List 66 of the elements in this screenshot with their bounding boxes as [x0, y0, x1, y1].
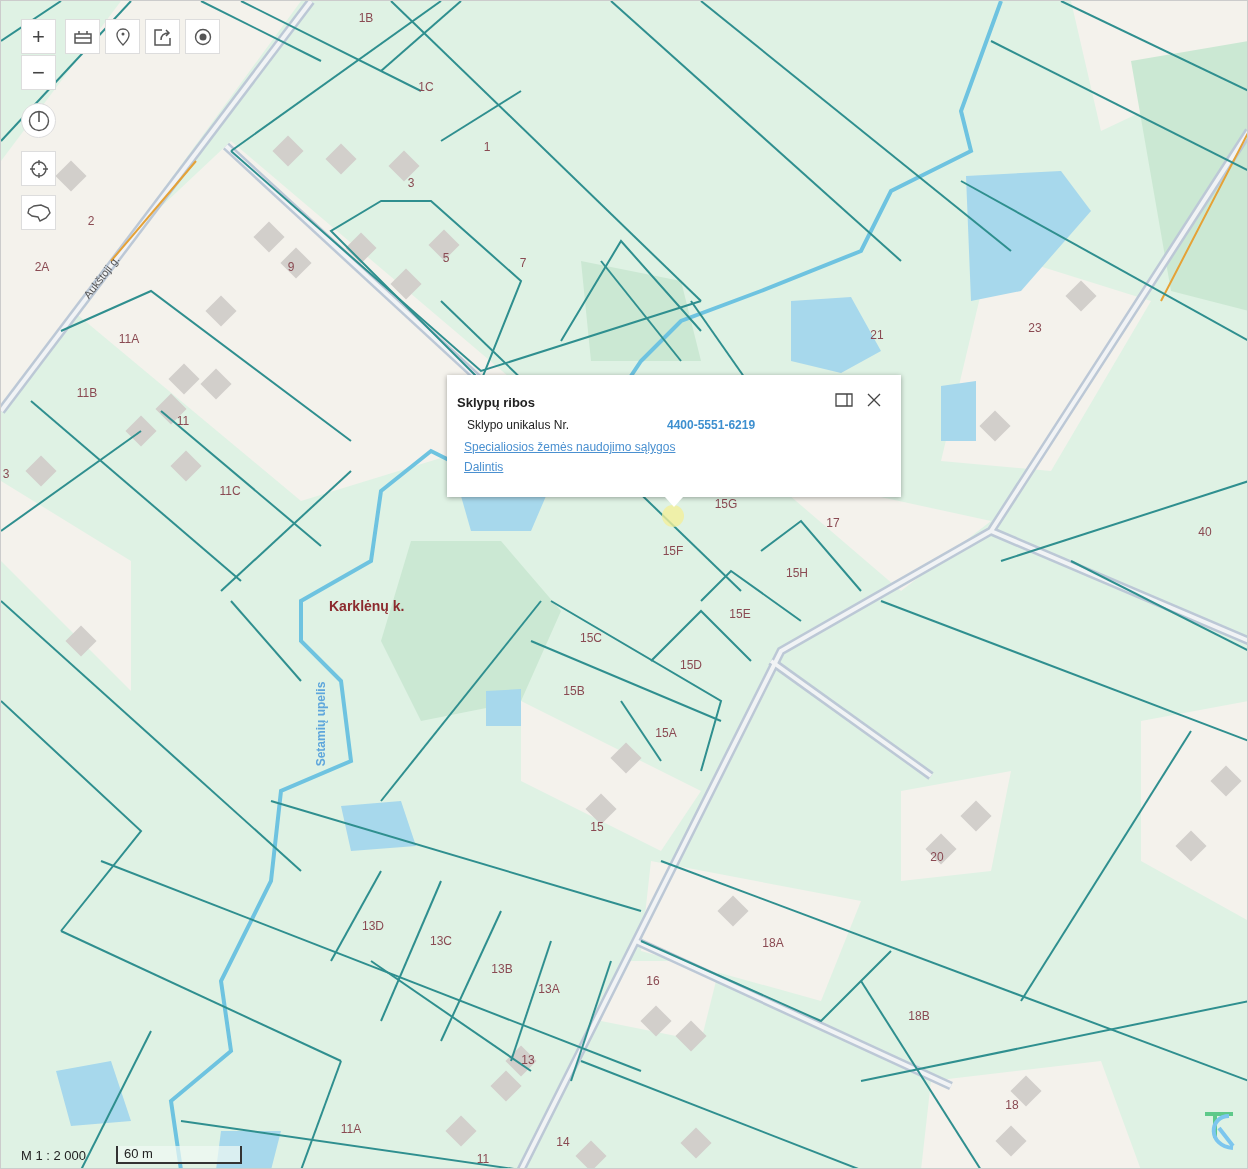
- parcel-number: 11: [176, 414, 190, 428]
- parcel-number: 13B: [491, 962, 513, 976]
- zoom-out-button[interactable]: −: [21, 55, 56, 90]
- close-icon: [867, 392, 881, 407]
- parcel-number: 11A: [340, 1122, 362, 1136]
- parcel-number: 15H: [786, 566, 808, 580]
- popup-title: Sklypų ribos: [457, 394, 537, 410]
- parcel-number: 18A: [762, 936, 784, 950]
- zoom-in-button[interactable]: +: [21, 19, 56, 54]
- country-outline-icon: [25, 202, 52, 223]
- parcel-number: 9: [287, 260, 295, 274]
- place-name: Karklėnų k.: [329, 598, 405, 614]
- parcel-number: 20: [930, 850, 944, 864]
- parcel-number: 11: [476, 1152, 490, 1166]
- parcel-number: 15E: [729, 607, 751, 621]
- parcel-number: 15F: [662, 544, 684, 558]
- parcel-number: 3: [2, 467, 10, 481]
- parcel-number: 15: [590, 820, 604, 834]
- parcel-number: 11B: [76, 386, 98, 400]
- parcel-number: 5: [442, 251, 450, 265]
- parcel-number: 13D: [362, 919, 384, 933]
- parcel-number: 1: [483, 140, 491, 154]
- parcel-id: 4400-5551-6219: [667, 418, 756, 432]
- parcel-number: 18B: [908, 1009, 930, 1023]
- parcel-number: 14: [556, 1135, 570, 1149]
- parcel-number: 3: [407, 176, 415, 190]
- parcel-number: 11C: [219, 484, 241, 498]
- dock-panel-icon: [835, 392, 853, 407]
- layers-button[interactable]: [65, 19, 100, 54]
- parcel-number: 7: [519, 256, 527, 270]
- parcel-number: 11A: [118, 332, 140, 346]
- stream-name: Setamių upelis: [314, 681, 329, 767]
- target-button[interactable]: [185, 19, 220, 54]
- pin-button[interactable]: [105, 19, 140, 54]
- share-button[interactable]: [145, 19, 180, 54]
- crosshair-button[interactable]: [21, 151, 56, 186]
- layers-icon: [72, 28, 93, 45]
- parcel-number: 15C: [580, 631, 602, 645]
- outline-button[interactable]: [21, 195, 56, 230]
- parcel-number: 40: [1198, 525, 1212, 539]
- parcel-number: 17: [826, 516, 840, 530]
- parcel-number: 2: [87, 214, 95, 228]
- parcel-number: 13: [521, 1053, 535, 1067]
- parcel-number: 1B: [358, 11, 374, 25]
- share-icon: [152, 26, 173, 47]
- pin-icon: [115, 27, 130, 46]
- target-icon: [193, 27, 212, 46]
- popup-link[interactable]: Dalintis: [464, 460, 504, 474]
- parcel-number: 18: [1005, 1098, 1019, 1112]
- compass-icon: [27, 109, 50, 132]
- parcel-number: 13A: [538, 982, 560, 996]
- parcel-number: 1C: [418, 80, 434, 94]
- parcel-number: 15B: [563, 684, 585, 698]
- parcel-number: 15G: [714, 497, 738, 511]
- parcel-number: 21: [870, 328, 884, 342]
- field-label: Sklypo unikalus Nr.: [467, 418, 571, 432]
- parcel-number: 16: [646, 974, 660, 988]
- parcel-number: 23: [1028, 321, 1042, 335]
- parcel-number: 13C: [430, 934, 452, 948]
- crosshair-icon: [28, 158, 49, 179]
- parcel-number: 2A: [34, 260, 50, 274]
- scale-bar: 60 m: [116, 1146, 243, 1164]
- parcel-number: 15A: [655, 726, 677, 740]
- parcel-number: 15D: [680, 658, 702, 672]
- popup-link[interactable]: Specialiosios žemės naudojimo sąlygos: [464, 440, 676, 454]
- scale-ratio: M 1 : 2 000: [21, 1147, 87, 1163]
